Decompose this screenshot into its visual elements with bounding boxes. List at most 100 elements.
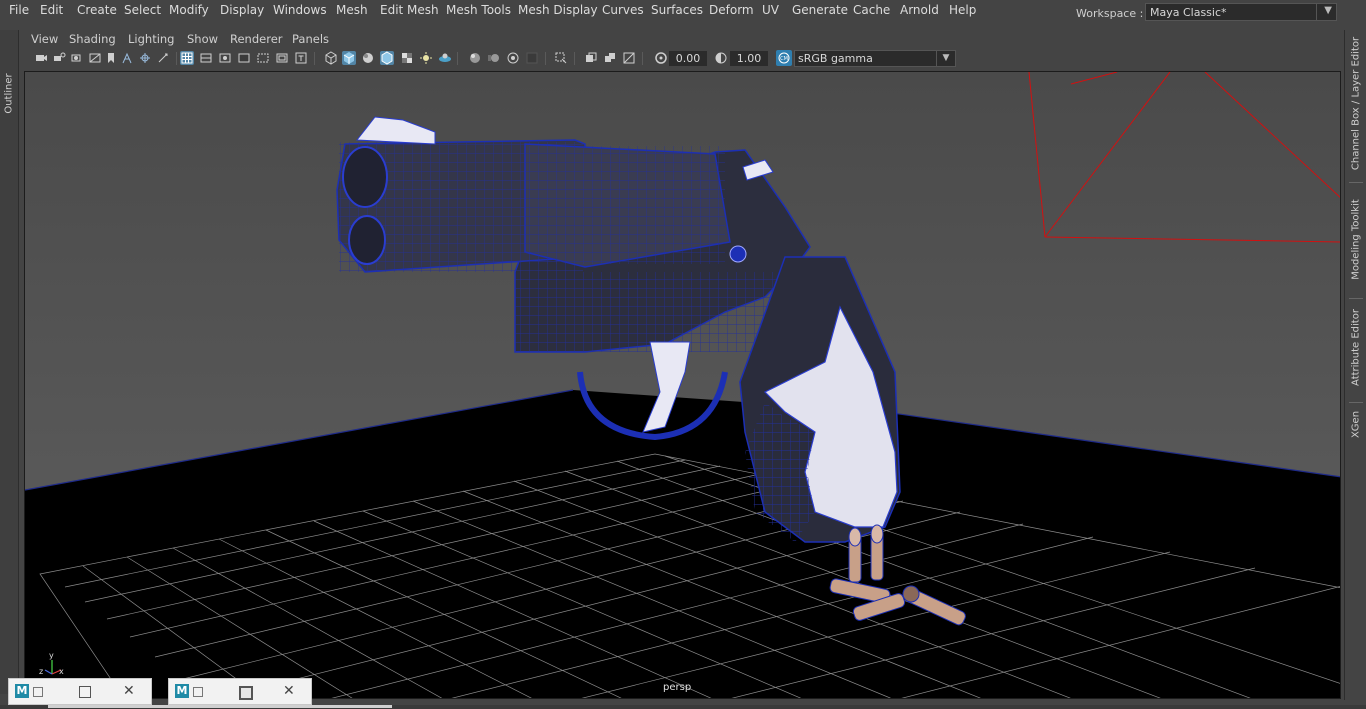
panel-menu-lighting[interactable]: Lighting	[128, 32, 174, 46]
motion-blur-icon[interactable]	[487, 51, 501, 65]
muzzle	[342, 146, 388, 208]
gamma-field[interactable]: 1.00	[730, 51, 768, 66]
tab-channel-box-layer-editor[interactable]: Channel Box / Layer Editor	[1347, 36, 1365, 176]
exposure-field[interactable]: 0.00	[669, 51, 707, 66]
xray-icon[interactable]	[584, 51, 598, 65]
textured-icon[interactable]	[400, 51, 414, 65]
panel-menu-show[interactable]: Show	[187, 32, 218, 46]
use-default-material-icon[interactable]	[361, 51, 375, 65]
menu-surfaces[interactable]: Surfaces	[651, 3, 703, 17]
panel-menu-view[interactable]: View	[31, 32, 58, 46]
menu-curves[interactable]: Curves	[602, 3, 644, 17]
xray-joints-icon[interactable]	[237, 51, 251, 65]
right-dock-strip: Channel Box / Layer Editor Modeling Tool…	[1344, 30, 1366, 700]
panel-menu-renderer[interactable]: Renderer	[230, 32, 283, 46]
left-dock-strip: Outliner	[0, 30, 19, 694]
menu-help[interactable]: Help	[949, 3, 976, 17]
tab-separator	[1349, 182, 1363, 183]
axis-x-label: x	[59, 667, 64, 676]
menu-display[interactable]: Display	[220, 3, 264, 17]
resolution-gate-icon[interactable]	[120, 51, 134, 65]
tab-separator	[1349, 298, 1363, 299]
chevron-down-icon: ▼	[936, 51, 955, 66]
workspace-value: Maya Classic*	[1150, 6, 1227, 19]
use-all-lights-icon[interactable]	[419, 51, 433, 65]
close-icon[interactable]: ✕	[123, 684, 135, 698]
panel-menu-shading[interactable]: Shading	[69, 32, 116, 46]
menu-mesh-display[interactable]: Mesh Display	[518, 3, 598, 17]
gate-mask-icon[interactable]	[275, 51, 289, 65]
tab-xgen-label: XGen	[1350, 410, 1362, 439]
wireframe-on-shaded-icon[interactable]	[380, 51, 394, 65]
tab-channel-box-label: Channel Box / Layer Editor	[1350, 36, 1362, 171]
text-label-icon[interactable]	[294, 51, 308, 65]
field-chart-icon[interactable]	[156, 51, 170, 65]
bullet-tip-1	[848, 527, 862, 547]
workspace-dropdown[interactable]: Maya Classic* ▼	[1145, 3, 1337, 21]
minimized-window-1[interactable]: M ✕	[8, 678, 152, 705]
menu-cache[interactable]: Cache	[853, 3, 890, 17]
wireframe-icon[interactable]	[324, 51, 338, 65]
menu-edit[interactable]: Edit	[40, 3, 63, 17]
color-management-icon[interactable]: CM	[776, 50, 792, 66]
tab-separator	[1349, 402, 1363, 403]
tab-attribute-editor[interactable]: Attribute Editor	[1347, 304, 1365, 394]
screen-space-ao-icon[interactable]	[468, 51, 482, 65]
bookmarks-icon[interactable]	[70, 51, 84, 65]
camera-select-icon[interactable]	[34, 51, 48, 65]
perspective-viewport[interactable]: y x z persp	[24, 71, 1341, 699]
minimized-window-2[interactable]: M ✕	[168, 678, 312, 705]
axis-z-label: z	[39, 667, 43, 676]
menu-mesh[interactable]: Mesh	[336, 3, 368, 17]
tab-xgen[interactable]: XGen	[1347, 408, 1365, 444]
close-icon[interactable]: ✕	[283, 684, 295, 698]
menu-file[interactable]: File	[9, 3, 29, 17]
grid-icon[interactable]	[180, 51, 194, 65]
tab-modeling-toolkit[interactable]: Modeling Toolkit	[1347, 190, 1365, 290]
film-gate-icon[interactable]	[104, 51, 118, 65]
panel-menu-panels[interactable]: Panels	[292, 32, 329, 46]
isolate-select-icon[interactable]	[256, 51, 270, 65]
menu-create[interactable]: Create	[77, 3, 117, 17]
anti-aliasing-icon[interactable]	[506, 51, 520, 65]
restore-icon[interactable]	[33, 687, 43, 697]
menu-mesh-tools[interactable]: Mesh Tools	[446, 3, 511, 17]
shadows-icon[interactable]	[438, 51, 452, 65]
bottom-scrollbar[interactable]	[48, 705, 392, 708]
gamma-icon[interactable]	[714, 51, 728, 65]
menu-uv[interactable]: UV	[762, 3, 779, 17]
menu-arnold[interactable]: Arnold	[900, 3, 939, 17]
tab-attribute-editor-label: Attribute Editor	[1350, 309, 1362, 386]
toolbar-separator	[176, 52, 177, 65]
menu-modify[interactable]: Modify	[169, 3, 209, 17]
toolbar-separator	[314, 52, 315, 65]
xray-joints-icon[interactable]	[622, 51, 636, 65]
menu-edit-mesh[interactable]: Edit Mesh	[380, 3, 439, 17]
menu-generate[interactable]: Generate	[792, 3, 848, 17]
color-space-dropdown[interactable]: sRGB gamma ▼	[794, 50, 956, 67]
depth-of-field-icon[interactable]	[525, 51, 539, 65]
menu-select[interactable]: Select	[124, 3, 161, 17]
panel-menu-bar: View Shading Lighting Show Renderer Pane…	[24, 32, 1340, 48]
maximize-icon[interactable]	[239, 686, 253, 700]
tab-modeling-toolkit-label: Modeling Toolkit	[1350, 199, 1362, 280]
scene-canvas[interactable]: y x z	[25, 72, 1341, 699]
toolbar-separator	[642, 52, 643, 65]
gate-mask-icon[interactable]	[138, 51, 152, 65]
isolate-select-icon[interactable]	[554, 51, 568, 65]
image-plane-icon[interactable]	[88, 51, 102, 65]
camera-attributes-icon[interactable]	[52, 51, 66, 65]
toolbar-separator	[574, 52, 575, 65]
xray-active-components-icon[interactable]	[603, 51, 617, 65]
maximize-icon[interactable]	[79, 686, 91, 698]
main-menu-bar: File Edit Create Select Modify Display W…	[0, 0, 1366, 22]
safe-action-icon[interactable]	[199, 51, 213, 65]
color-space-value: sRGB gamma	[798, 52, 873, 65]
outliner-tab[interactable]: Outliner	[1, 66, 17, 122]
safe-title-icon[interactable]	[218, 51, 232, 65]
restore-icon[interactable]	[193, 687, 203, 697]
menu-windows[interactable]: Windows	[273, 3, 327, 17]
smooth-shade-icon[interactable]	[342, 51, 356, 65]
exposure-icon[interactable]	[654, 51, 668, 65]
menu-deform[interactable]: Deform	[709, 3, 754, 17]
